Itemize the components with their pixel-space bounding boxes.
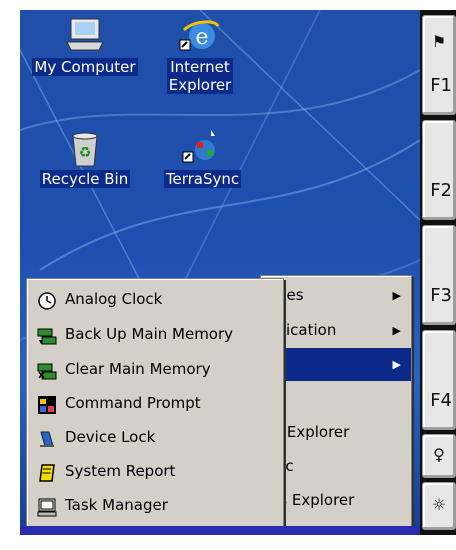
desktop-icon-recycle-bin[interactable]: ♻ Recycle Bin — [25, 128, 145, 188]
f4-button[interactable]: F4 — [422, 330, 456, 430]
brightness-button[interactable]: ☼ — [422, 482, 456, 530]
task-manager-icon — [37, 496, 57, 517]
command-prompt-icon — [37, 394, 57, 414]
taskbar-edge — [20, 526, 420, 535]
menu-item-task-manager[interactable]: Task Manager — [27, 489, 283, 522]
f1-button[interactable]: ⚑ F1 — [422, 15, 456, 115]
menu-item-system-report[interactable]: System Report — [27, 455, 283, 488]
device-lock-icon — [37, 428, 57, 448]
backup-memory-icon — [37, 325, 57, 345]
windows-flag-icon: ⚑ — [431, 32, 447, 51]
desktop-icon-internet-explorer[interactable]: e Internet Explorer — [160, 16, 240, 94]
my-computer-icon — [63, 16, 107, 56]
terrasync-icon — [181, 128, 225, 168]
submenu-arrow-icon: ▶ — [392, 324, 401, 337]
recycle-bin-icon: ♻ — [63, 128, 107, 168]
svg-text:e: e — [195, 25, 208, 50]
f2-button[interactable]: F2 — [422, 120, 456, 220]
submenu-arrow-icon: ▶ — [392, 289, 401, 302]
desktop-icon-label: Internet Explorer — [166, 58, 234, 94]
desktop-icon-my-computer[interactable]: My Computer — [25, 16, 145, 76]
desktop-icon-terrasync[interactable]: TerraSync — [160, 128, 245, 188]
menu-item-clear-main-memory[interactable]: Clear Main Memory — [27, 353, 283, 386]
lightbulb-icon: ♀ — [433, 445, 445, 464]
submenu-arrow-icon: ▶ — [392, 358, 401, 371]
light-button[interactable]: ♀ — [422, 434, 456, 478]
desktop: My Computer e Internet Explorer ♻ Recycl… — [20, 10, 420, 535]
utilities-submenu: Analog Clock Back Up Main Memory Clear M… — [26, 278, 284, 531]
system-report-icon — [37, 462, 57, 482]
clear-memory-icon — [37, 360, 57, 380]
menu-item-device-lock[interactable]: Device Lock — [27, 421, 283, 454]
svg-text:♻: ♻ — [79, 145, 92, 161]
clock-icon — [37, 290, 57, 310]
internet-explorer-icon: e — [178, 16, 222, 56]
menu-item-back-up-main-memory[interactable]: Back Up Main Memory — [27, 318, 283, 351]
sun-icon: ☼ — [431, 495, 447, 514]
menu-item-analog-clock[interactable]: Analog Clock — [27, 283, 283, 316]
menu-item-command-prompt[interactable]: Command Prompt — [27, 387, 283, 420]
desktop-icon-label: My Computer — [32, 58, 138, 76]
f3-button[interactable]: F3 — [422, 225, 456, 325]
desktop-icon-label: Recycle Bin — [39, 170, 131, 188]
desktop-icon-label: TerraSync — [163, 170, 242, 188]
function-key-bar: ⚑ F1 F2 F3 F4 ♀ ☼ — [420, 10, 456, 535]
